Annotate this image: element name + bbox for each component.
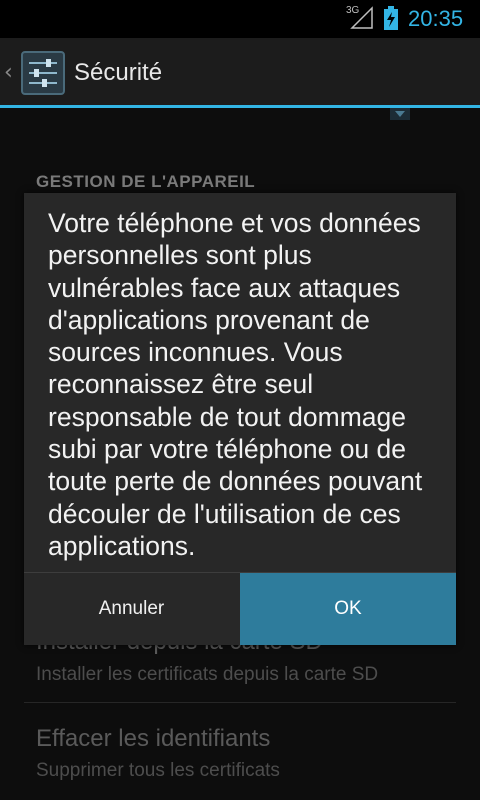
section-header: GESTION DE L'APPAREIL — [36, 172, 256, 191]
action-bar: ‹ Sécurité — [0, 38, 480, 108]
list-divider — [24, 702, 456, 703]
status-bar: 3G 20:35 — [0, 0, 480, 38]
signal-icon — [350, 6, 373, 29]
dropdown-arrow-icon — [390, 108, 410, 120]
pref-summary: Supprimer tous les certificats — [36, 760, 280, 781]
back-chevron-icon[interactable]: ‹ — [4, 60, 13, 85]
cancel-button[interactable]: Annuler — [24, 573, 239, 645]
settings-sliders-icon[interactable] — [20, 50, 66, 96]
unknown-sources-dialog: Votre téléphone et vos données personnel… — [24, 193, 456, 645]
dialog-message: Votre téléphone et vos données personnel… — [48, 208, 423, 561]
dialog-button-bar: Annuler OK — [24, 572, 456, 645]
ok-button[interactable]: OK — [240, 573, 456, 645]
pref-summary: Installer les certificats depuis la cart… — [36, 664, 379, 685]
pref-title: Effacer les identifiants — [36, 725, 271, 752]
clock: 20:35 — [408, 6, 464, 31]
battery-charging-icon — [384, 6, 398, 30]
page-title: Sécurité — [74, 59, 163, 86]
